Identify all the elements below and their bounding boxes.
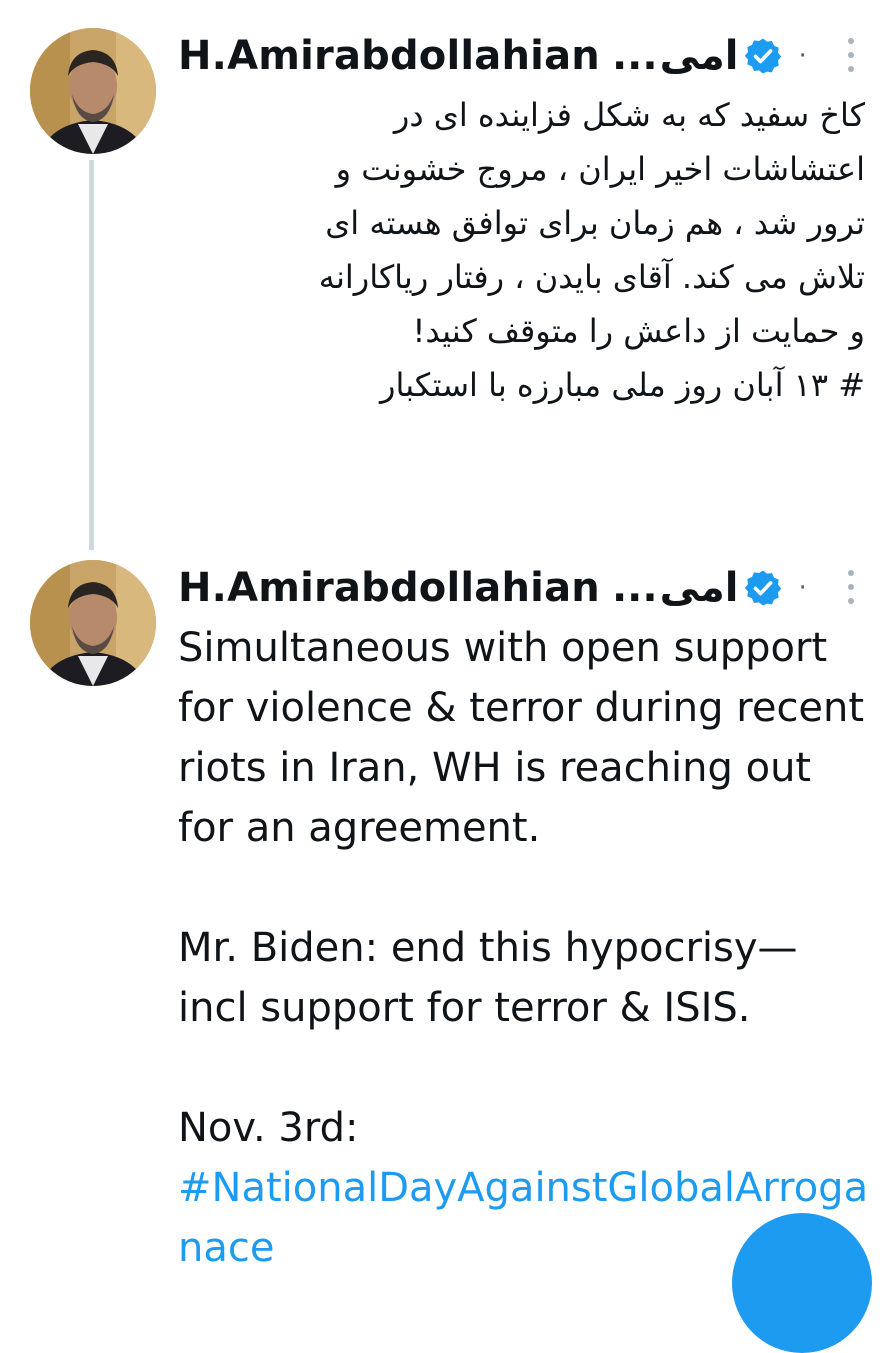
name-rtl-part: امی (659, 33, 739, 79)
separator-dot: · (798, 573, 807, 603)
tweet-header: H.Amirabdollahian ... امی · (178, 562, 818, 614)
tweet-text-line: Simultaneous with open support (178, 625, 828, 671)
thread-connector-line (89, 160, 94, 550)
tweet-text-line: کاخ سفید که به شکل فزاینده ای در (393, 96, 865, 134)
tweet-persian[interactable]: H.Amirabdollahian ... امی · کاخ سفید که … (0, 0, 895, 550)
avatar-portrait-icon (30, 28, 156, 154)
tweet-text-line: و حمایت از داعش را متوقف کنید! (412, 312, 865, 350)
name-rtl-part: امی (659, 565, 739, 611)
avatar[interactable] (30, 28, 156, 154)
tweet-text-line: تلاش می کند. آقای بایدن ، رفتار ریاکاران… (318, 258, 865, 296)
more-vertical-icon[interactable] (845, 570, 857, 604)
tweet-text-line: Mr. Biden: end this hypocrisy— (178, 925, 798, 971)
tweet-text-line: ترور شد ، هم زمان برای توافق هسته ای (325, 204, 865, 242)
avatar-portrait-icon (30, 560, 156, 686)
tweet-text-line: riots in Iran, WH is reaching out (178, 745, 812, 791)
tweet-text-line: incl support for terror & ISIS. (178, 985, 751, 1031)
tweet-text: کاخ سفید که به شکل فزاینده ای در اعتشاشا… (265, 88, 865, 412)
name-ellipsis: ... (611, 33, 658, 79)
display-name[interactable]: H.Amirabdollahian (178, 33, 600, 79)
hashtag-line[interactable]: # ۱۳ آبان روز ملی مبارزه با استکبار (265, 358, 865, 412)
compose-fab[interactable] (732, 1213, 872, 1353)
more-vertical-icon[interactable] (845, 38, 857, 72)
tweet-text: Simultaneous with open support for viole… (178, 618, 868, 1278)
verified-badge-icon (744, 570, 781, 606)
tweet-text-line: Nov. 3rd: (178, 1105, 359, 1151)
display-name[interactable]: H.Amirabdollahian (178, 565, 600, 611)
hashtag-link[interactable]: #NationalDayAgainstGlobalArroga (178, 1158, 868, 1218)
tweet-english[interactable]: H.Amirabdollahian ... امی · Simultaneous… (0, 550, 895, 1280)
tweet-text-line: اعتشاشات اخیر ایران ، مروج خشونت و (335, 150, 865, 188)
tweet-header: H.Amirabdollahian ... امی · (178, 30, 818, 82)
name-ellipsis: ... (611, 565, 658, 611)
verified-badge-icon (744, 38, 781, 74)
avatar[interactable] (30, 560, 156, 686)
tweet-text-line: for an agreement. (178, 805, 541, 851)
tweet-text-line: for violence & terror during recent (178, 685, 865, 731)
separator-dot: · (798, 41, 807, 71)
